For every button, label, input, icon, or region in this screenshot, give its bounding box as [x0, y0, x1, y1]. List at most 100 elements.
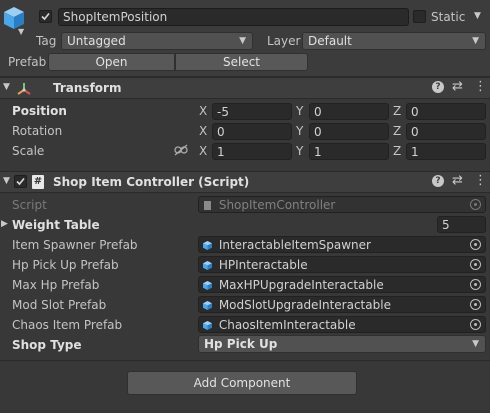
scale-y-label[interactable]: Y	[296, 144, 303, 158]
tag-label: Tag	[36, 34, 57, 48]
object-picker-icon[interactable]	[470, 259, 481, 270]
checkmark-icon	[16, 177, 25, 186]
scale-y-value: 1	[314, 145, 322, 159]
item-spawner-field[interactable]: InteractableItemSpawner	[198, 236, 486, 253]
scale-x-value: 1	[217, 145, 225, 159]
max-hp-label: Max Hp Prefab	[12, 278, 100, 292]
scale-y-field[interactable]: 1	[309, 143, 389, 160]
item-spawner-value: InteractableItemSpawner	[218, 238, 371, 252]
header-panel: ▼ ShopItemPosition Static ▼ Tag Untagged…	[0, 0, 490, 77]
preset-sliders-icon[interactable]: ⇄	[452, 173, 463, 188]
object-picker-icon[interactable]	[470, 299, 481, 310]
select-button-label: Select	[222, 55, 261, 69]
max-hp-field[interactable]: MaxHPUpgradeInteractable	[198, 276, 486, 293]
static-checkbox[interactable]	[413, 10, 426, 23]
prefab-open-button[interactable]: Open	[48, 53, 175, 71]
position-z-label[interactable]: Z	[393, 104, 401, 118]
hp-pickup-value: HPInteractable	[218, 258, 308, 272]
position-x-label[interactable]: X	[199, 104, 207, 118]
layer-label: Layer	[267, 34, 301, 48]
scale-x-label[interactable]: X	[199, 144, 207, 158]
layer-value: Default	[308, 34, 352, 48]
position-y-label[interactable]: Y	[296, 104, 303, 118]
scale-label: Scale	[12, 144, 45, 158]
weight-table-size-field[interactable]: 5	[437, 216, 486, 233]
scale-z-field[interactable]: 1	[406, 143, 486, 160]
rotation-x-label[interactable]: X	[199, 124, 207, 138]
script-component-title: Shop Item Controller (Script)	[53, 175, 250, 189]
position-z-field[interactable]: 0	[406, 103, 486, 120]
foldout-arrow-icon[interactable]: ▼	[3, 82, 10, 92]
script-component-header[interactable]: ▼ # Shop Item Controller (Script) ? ⇄ ⋮	[0, 171, 490, 193]
rotation-y-label[interactable]: Y	[296, 124, 303, 138]
mod-slot-field[interactable]: ModSlotUpgradeInteractable	[198, 296, 486, 313]
prefab-label: Prefab	[8, 55, 47, 69]
help-icon[interactable]: ?	[432, 175, 444, 187]
prefab-cube-icon	[203, 301, 212, 310]
rotation-y-value: 0	[314, 125, 322, 139]
csharp-file-icon	[204, 201, 211, 210]
prefab-select-button[interactable]: Select	[175, 53, 308, 71]
add-component-button[interactable]: Add Component	[127, 371, 357, 395]
scale-z-label[interactable]: Z	[393, 144, 401, 158]
scale-x-field[interactable]: 1	[212, 143, 292, 160]
csharp-script-icon: #	[32, 175, 44, 189]
rotation-x-field[interactable]: 0	[212, 123, 292, 140]
scale-z-value: 1	[411, 145, 419, 159]
position-y-field[interactable]: 0	[309, 103, 389, 120]
gameobject-name-field[interactable]: ShopItemPosition	[58, 8, 409, 26]
position-x-field[interactable]: -5	[212, 103, 292, 120]
shop-type-dropdown[interactable]: Hp Pick Up ▼	[198, 335, 486, 353]
component-enabled-checkbox[interactable]	[14, 175, 27, 188]
static-label: Static	[431, 10, 466, 24]
script-value: ShopItemController	[218, 198, 336, 212]
add-component-label: Add Component	[193, 376, 291, 390]
rotation-z-value: 0	[411, 125, 419, 139]
gameobject-name-text: ShopItemPosition	[63, 10, 168, 24]
shop-type-label: Shop Type	[12, 338, 82, 352]
foldout-arrow-icon[interactable]: ▼	[3, 176, 10, 186]
weight-table-foldout-icon[interactable]: ▶	[1, 219, 8, 229]
max-hp-value: MaxHPUpgradeInteractable	[218, 278, 384, 292]
script-field: ShopItemController	[198, 196, 486, 213]
icon-dropdown-arrow[interactable]: ▼	[18, 27, 24, 36]
more-options-icon[interactable]: ⋮	[474, 79, 487, 94]
open-button-label: Open	[95, 55, 128, 69]
shop-type-value: Hp Pick Up	[204, 337, 278, 351]
position-y-value: 0	[314, 105, 322, 119]
chevron-down-icon: ▼	[472, 339, 479, 349]
help-icon[interactable]: ?	[432, 81, 444, 93]
static-dropdown-arrow[interactable]: ▼	[474, 11, 481, 21]
transform-header[interactable]: ▼ Transform ? ⇄ ⋮	[0, 77, 490, 99]
hp-pickup-field[interactable]: HPInteractable	[198, 256, 486, 273]
constrain-proportions-icon[interactable]	[174, 144, 188, 156]
preset-sliders-icon[interactable]: ⇄	[452, 79, 463, 94]
more-options-icon[interactable]: ⋮	[474, 173, 487, 188]
chaos-item-label: Chaos Item Prefab	[12, 318, 123, 332]
chaos-item-field[interactable]: ChaosItemInteractable	[198, 316, 486, 333]
weight-table-label[interactable]: Weight Table	[12, 218, 100, 232]
rotation-z-label[interactable]: Z	[393, 124, 401, 138]
tag-value: Untagged	[67, 34, 126, 48]
script-label: Script	[12, 198, 47, 212]
chaos-item-value: ChaosItemInteractable	[218, 318, 356, 332]
rotation-y-field[interactable]: 0	[309, 123, 389, 140]
hp-pickup-label: Hp Pick Up Prefab	[12, 258, 119, 272]
checkmark-icon	[41, 12, 50, 21]
object-picker-icon	[470, 199, 481, 210]
section-divider	[0, 360, 490, 361]
prefab-cube-icon	[203, 321, 212, 330]
rotation-z-field[interactable]: 0	[406, 123, 486, 140]
rotation-label: Rotation	[12, 124, 63, 138]
transform-title: Transform	[53, 81, 122, 95]
position-z-value: 0	[411, 105, 419, 119]
rotation-x-value: 0	[217, 125, 225, 139]
object-picker-icon[interactable]	[470, 239, 481, 250]
tag-dropdown[interactable]: Untagged ▼	[61, 32, 253, 50]
object-picker-icon[interactable]	[470, 319, 481, 330]
layer-dropdown[interactable]: Default ▼	[302, 32, 486, 50]
weight-table-size-value: 5	[442, 218, 450, 232]
active-checkbox[interactable]	[39, 10, 52, 23]
object-picker-icon[interactable]	[470, 279, 481, 290]
prefab-cube-icon	[203, 261, 212, 270]
